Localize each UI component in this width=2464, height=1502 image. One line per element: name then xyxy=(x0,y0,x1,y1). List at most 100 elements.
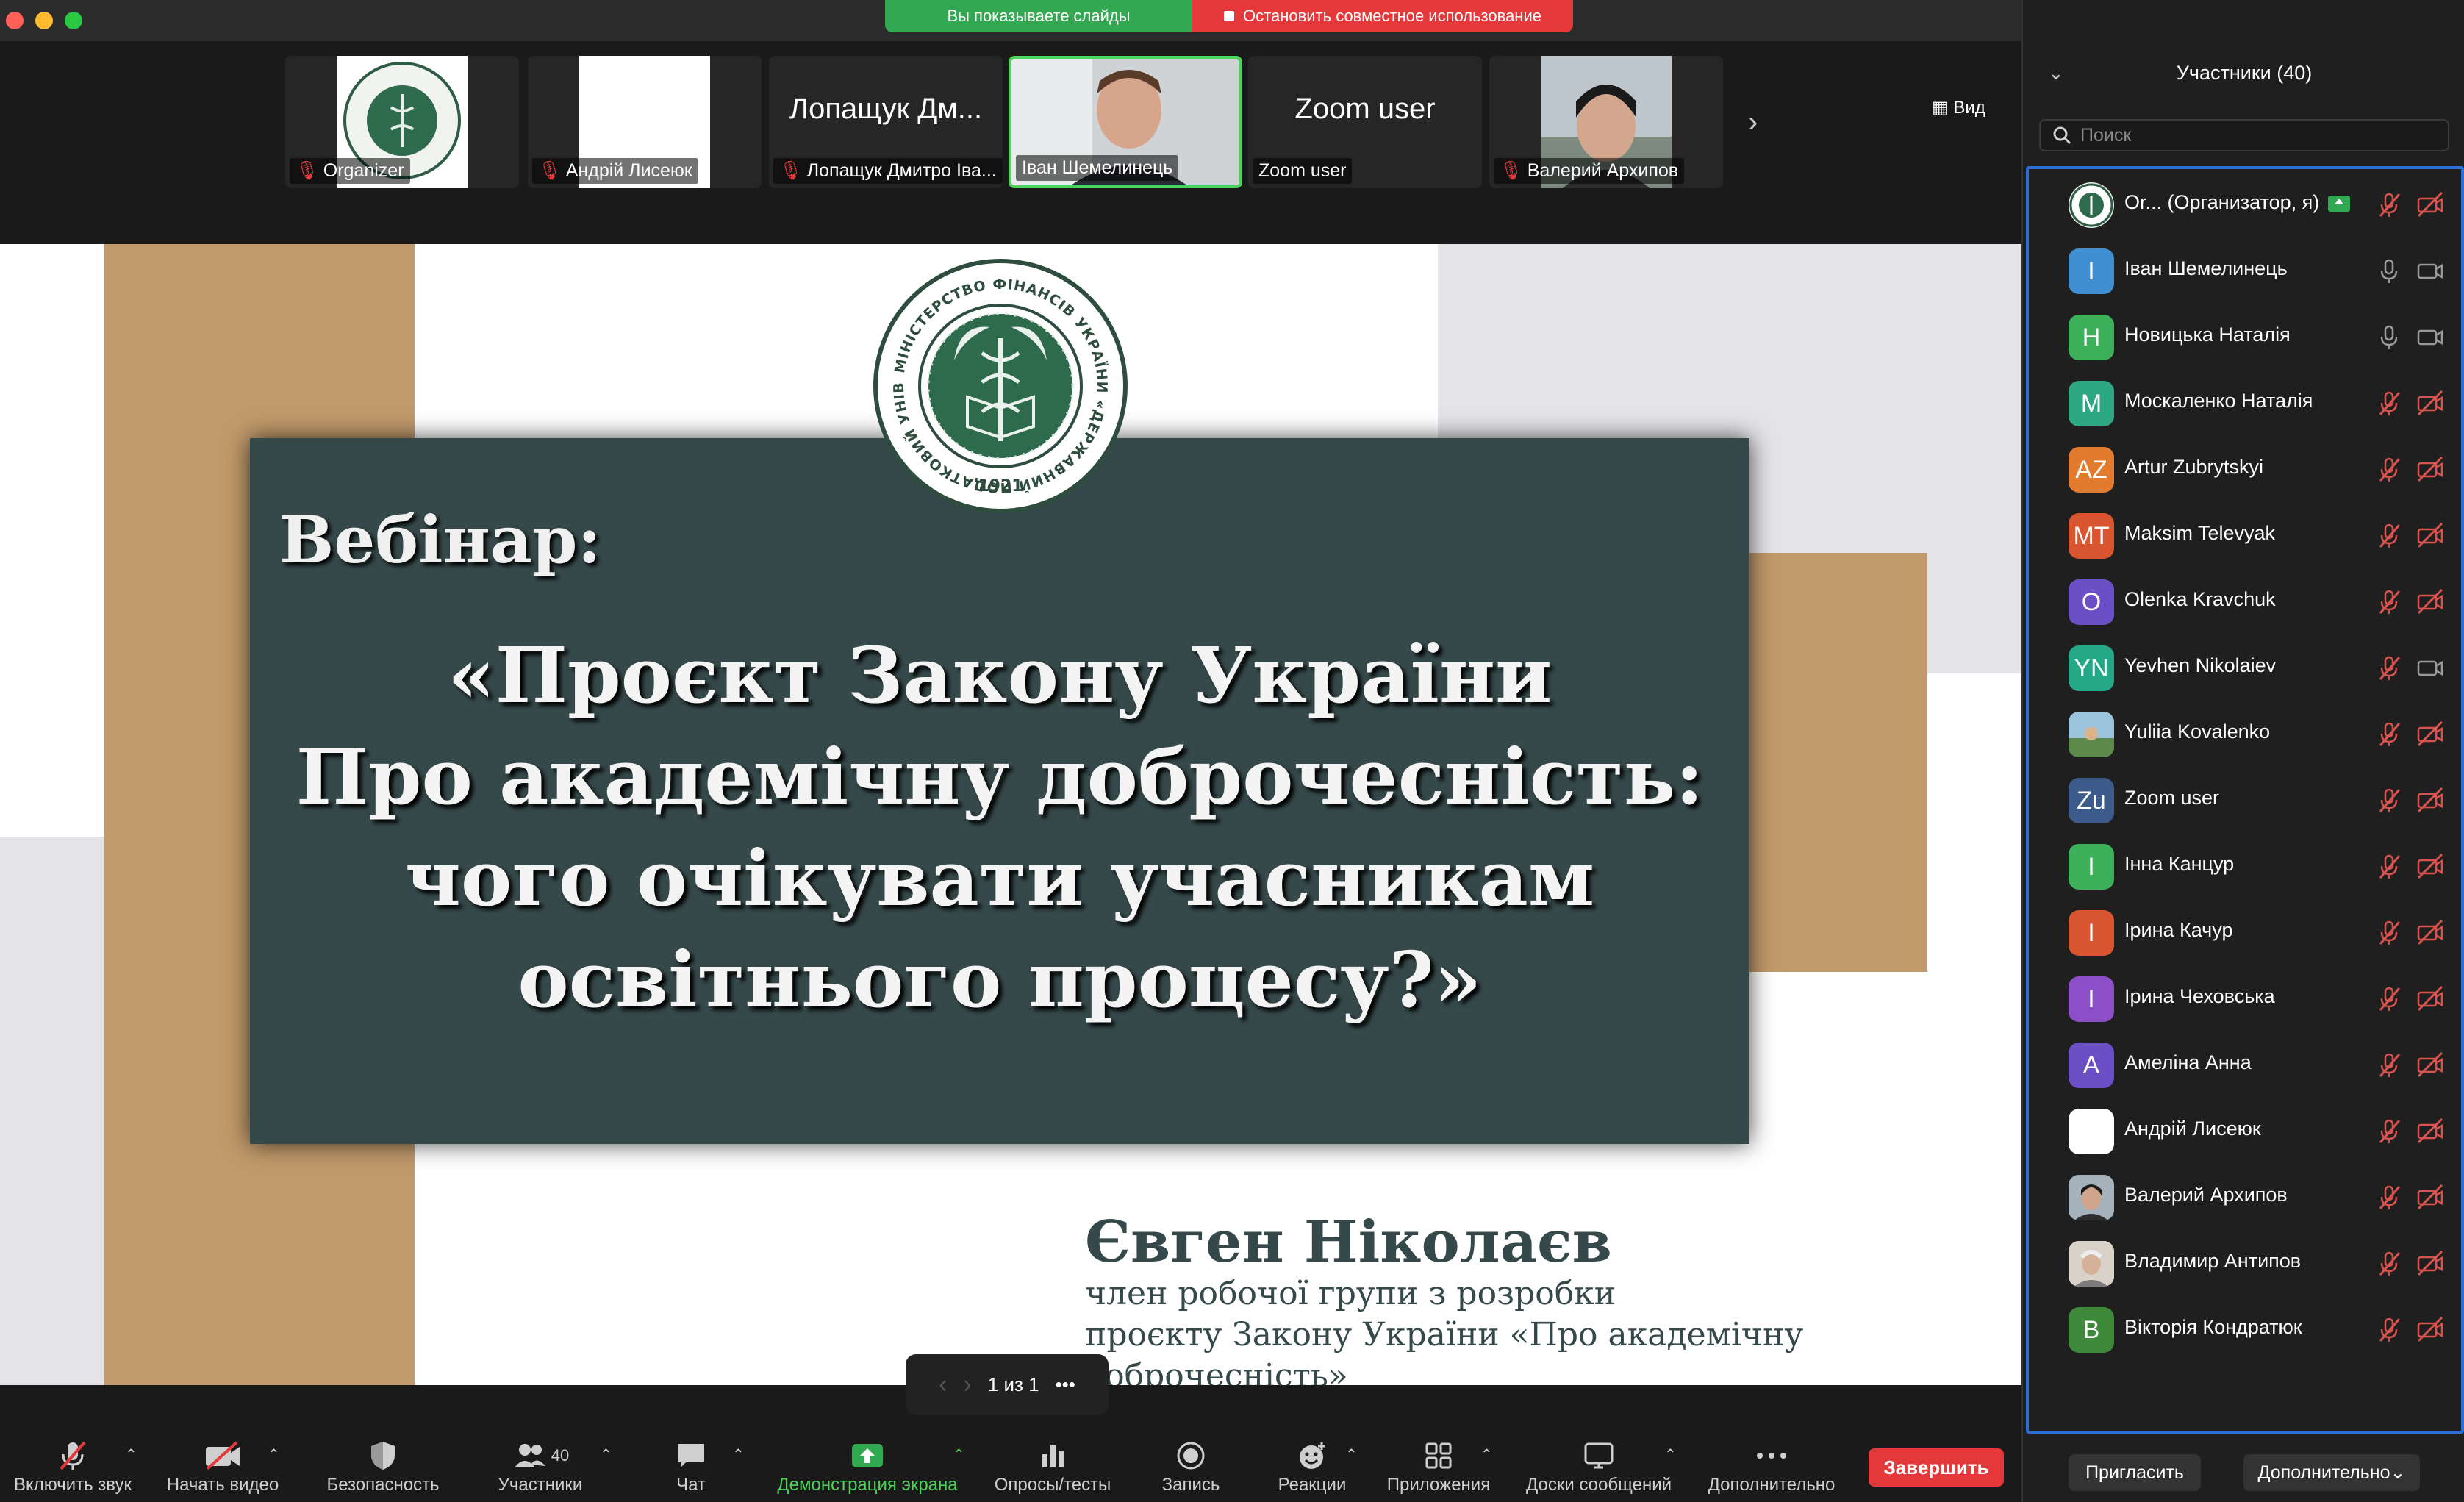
participant-row[interactable]: І Іван Шемелинець xyxy=(2029,235,2461,306)
participant-row[interactable]: MT Maksim Televyak xyxy=(2029,500,2461,571)
participant-name: Амеліна Анна xyxy=(2124,1051,2252,1073)
microphone-muted-icon[interactable] xyxy=(2374,785,2404,815)
chat-button[interactable]: Чат xyxy=(647,1429,735,1502)
participant-row[interactable]: Н Новицька Наталія xyxy=(2029,301,2461,372)
whiteboards-options-caret-icon[interactable]: ⌃ xyxy=(1664,1445,1677,1464)
participants-options-caret-icon[interactable]: ⌃ xyxy=(600,1445,612,1464)
camera-off-icon[interactable] xyxy=(2414,521,2446,550)
video-tile[interactable]: 🎙︎ Валерий Архипов xyxy=(1489,56,1723,188)
video-tile[interactable]: 🎙︎ Organizer xyxy=(285,56,519,188)
microphone-muted-icon[interactable] xyxy=(2374,454,2404,484)
microphone-muted-icon[interactable] xyxy=(2374,388,2404,418)
participant-row[interactable]: І Інна Канцур xyxy=(2029,831,2461,901)
camera-off-icon[interactable] xyxy=(2414,454,2446,484)
participant-row[interactable]: І Ірина Качур xyxy=(2029,897,2461,968)
microphone-muted-icon[interactable] xyxy=(2374,1182,2404,1212)
participant-row[interactable]: А Амеліна Анна xyxy=(2029,1029,2461,1100)
microphone-muted-icon[interactable] xyxy=(2374,190,2404,219)
polls-button[interactable]: Опросы/тесты xyxy=(981,1429,1125,1502)
avatar: І xyxy=(2069,844,2114,890)
camera-off-icon[interactable] xyxy=(2414,785,2446,815)
participant-row[interactable]: AZ Artur Zubrytskyi xyxy=(2029,434,2461,504)
more-options-icon[interactable]: ••• xyxy=(1056,1373,1075,1396)
video-tile[interactable]: Zoom user Zoom user xyxy=(1248,56,1482,188)
participant-row[interactable]: Валерий Архипов xyxy=(2029,1162,2461,1232)
participant-row[interactable]: Yuliia Kovalenko xyxy=(2029,698,2461,769)
microphone-muted-icon[interactable] xyxy=(2374,851,2404,881)
next-slide-icon[interactable]: › xyxy=(963,1370,971,1399)
microphone-muted-icon[interactable] xyxy=(2374,587,2404,616)
microphone-icon[interactable] xyxy=(2374,322,2404,351)
microphone-muted-icon[interactable] xyxy=(2374,719,2404,748)
camera-icon[interactable] xyxy=(2414,653,2446,682)
microphone-muted-icon[interactable] xyxy=(2374,521,2404,550)
microphone-muted-icon[interactable] xyxy=(2374,918,2404,947)
microphone-muted-icon[interactable] xyxy=(2374,1315,2404,1344)
camera-off-icon[interactable] xyxy=(2414,719,2446,748)
microphone-icon[interactable] xyxy=(2374,256,2404,285)
sharing-status-label[interactable]: Вы показываете слайды xyxy=(885,0,1192,32)
microphone-muted-icon[interactable] xyxy=(2374,1050,2404,1079)
camera-off-icon[interactable] xyxy=(2414,1050,2446,1079)
audio-options-caret-icon[interactable]: ⌃ xyxy=(125,1445,137,1464)
share-screen-button[interactable]: Демонстрация экрана xyxy=(764,1429,970,1502)
participant-list[interactable]: Or... (Организатор, я) І Іван Шемелинець Н Н… xyxy=(2026,166,2464,1434)
camera-off-icon[interactable] xyxy=(2414,1182,2446,1212)
camera-icon[interactable] xyxy=(2414,322,2446,351)
participant-row[interactable]: Zu Zoom user xyxy=(2029,765,2461,835)
stop-sharing-button[interactable]: Остановить совместное использование xyxy=(1192,0,1573,32)
chat-options-caret-icon[interactable]: ⌃ xyxy=(732,1445,745,1464)
more-button[interactable]: Дополнительно xyxy=(1700,1429,1844,1502)
share-options-caret-icon[interactable]: ⌃ xyxy=(953,1445,965,1464)
microphone-muted-icon[interactable] xyxy=(2374,984,2404,1013)
participant-search-input[interactable]: Поиск xyxy=(2039,119,2449,151)
microphone-muted-icon[interactable] xyxy=(2374,653,2404,682)
participant-name: Іван Шемелинець xyxy=(2124,257,2288,279)
unmute-button[interactable]: Включить звук xyxy=(4,1429,141,1502)
camera-off-icon[interactable] xyxy=(2414,388,2446,418)
participant-row[interactable]: В Вікторія Кондратюк xyxy=(2029,1294,2461,1365)
camera-off-icon[interactable] xyxy=(2414,984,2446,1013)
panel-more-button[interactable]: Дополнительно ⌄ xyxy=(2243,1454,2420,1491)
participant-row[interactable]: O Olenka Kravchuk xyxy=(2029,566,2461,637)
camera-off-icon[interactable] xyxy=(2414,587,2446,616)
reactions-options-caret-icon[interactable]: ⌃ xyxy=(1345,1445,1358,1464)
camera-off-icon[interactable] xyxy=(2414,1116,2446,1145)
video-tile[interactable]: Лопащук Дм... 🎙︎ Лопащук Дмитро Іва... xyxy=(769,56,1003,188)
view-button[interactable]: ▦ Вид xyxy=(1932,97,1985,118)
microphone-muted-icon[interactable] xyxy=(2374,1116,2404,1145)
participant-row[interactable]: YN Yevhen Nikolaiev xyxy=(2029,632,2461,703)
start-video-button[interactable]: Начать видео xyxy=(154,1429,291,1502)
camera-off-icon[interactable] xyxy=(2414,851,2446,881)
camera-off-icon[interactable] xyxy=(2414,190,2446,219)
whiteboards-button[interactable]: Доски сообщений xyxy=(1514,1429,1683,1502)
camera-icon[interactable] xyxy=(2414,256,2446,285)
reactions-button[interactable]: Реакции xyxy=(1269,1429,1355,1502)
camera-off-icon[interactable] xyxy=(2414,1248,2446,1278)
camera-off-icon[interactable] xyxy=(2414,1315,2446,1344)
participant-row[interactable]: М Москаленко Наталія xyxy=(2029,368,2461,438)
video-options-caret-icon[interactable]: ⌃ xyxy=(268,1445,280,1464)
invite-button[interactable]: Пригласить xyxy=(2069,1454,2201,1491)
participant-row[interactable]: Андрій Лисеюк xyxy=(2029,1095,2461,1166)
apps-options-caret-icon[interactable]: ⌃ xyxy=(1480,1445,1493,1464)
prev-slide-icon[interactable]: ‹ xyxy=(939,1370,947,1399)
participant-name: Андрій Лисеюк xyxy=(2124,1117,2261,1140)
participant-row[interactable]: Владимир Антипов xyxy=(2029,1228,2461,1298)
zoom-window-button[interactable] xyxy=(65,12,82,29)
participant-name: Владимир Антипов xyxy=(2124,1250,2302,1272)
end-meeting-button[interactable]: Завершить xyxy=(1869,1448,2004,1487)
video-tile[interactable]: 🎙︎ Андрій Лисеюк xyxy=(528,56,762,188)
record-button[interactable]: Запись xyxy=(1147,1429,1235,1502)
close-window-button[interactable] xyxy=(6,12,24,29)
security-button[interactable]: Безопасность xyxy=(315,1429,451,1502)
participants-button[interactable]: 40 Участники xyxy=(485,1429,595,1502)
camera-off-icon[interactable] xyxy=(2414,918,2446,947)
participant-row[interactable]: І Ірина Чеховська xyxy=(2029,963,2461,1034)
microphone-muted-icon[interactable] xyxy=(2374,1248,2404,1278)
next-page-arrow-icon[interactable]: › xyxy=(1748,106,1758,139)
apps-button[interactable]: Приложения xyxy=(1378,1429,1500,1502)
minimize-window-button[interactable] xyxy=(35,12,53,29)
participant-row[interactable]: Or... (Организатор, я) xyxy=(2029,169,2461,240)
active-speaker-tile[interactable]: Іван Шемелинець xyxy=(1009,56,1242,188)
